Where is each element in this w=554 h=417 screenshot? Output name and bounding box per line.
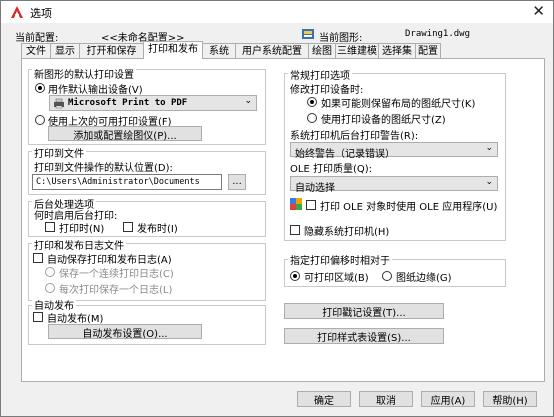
plot-background-label: 打印时(N): [59, 224, 105, 235]
printable-area-radio[interactable]: [290, 271, 300, 281]
keep-paper-size-radio[interactable]: [307, 97, 317, 107]
title-bar: 选项 ✕: [1, 1, 553, 23]
continuous-log-radio[interactable]: [45, 267, 55, 277]
current-profile-label: 当前配置:: [15, 33, 59, 44]
ole-quality-select[interactable]: 自动选择 ⌄: [290, 176, 498, 194]
autopublish-checkbox[interactable]: [33, 312, 43, 322]
use-ole-app-checkbox[interactable]: [306, 200, 316, 210]
use-device-paper-radio[interactable]: [307, 113, 317, 123]
tab-3d-modeling[interactable]: 三维建模: [335, 43, 379, 58]
apply-button[interactable]: 应用(A): [421, 391, 475, 407]
output-device-select[interactable]: Microsoft Print to PDF ⌄: [49, 95, 257, 111]
tab-selection[interactable]: 选择集: [378, 43, 416, 58]
plot-location-value: C:\Users\Administrator\Documents: [36, 177, 200, 187]
current-drawing-label: 当前图形:: [319, 33, 363, 44]
tab-drafting[interactable]: 绘图: [308, 43, 336, 58]
chevron-down-icon: ⌄: [244, 96, 252, 106]
hide-system-printers-label: 隐藏系统打印机(H): [304, 227, 390, 238]
tab-panel: 新图形的默认打印设置 用作默认输出设备(V) Microsoft Print t…: [21, 58, 545, 382]
per-plot-log-label: 每次打印保存一个日志(L): [59, 285, 173, 296]
ok-button[interactable]: 确定: [297, 391, 351, 407]
publish-background-checkbox[interactable]: [123, 222, 133, 232]
add-plotter-button[interactable]: 添加或配置绘图仪(P)...: [48, 126, 202, 142]
current-drawing-value: Drawing1.dwg: [405, 29, 471, 39]
drawing-icon: [302, 29, 314, 39]
auto-save-log-checkbox[interactable]: [33, 253, 43, 263]
output-device-value: Microsoft Print to PDF: [68, 98, 188, 108]
printer-icon: [54, 98, 64, 109]
plot-background-checkbox[interactable]: [45, 222, 55, 232]
autopublish-settings-button[interactable]: 自动发布设置(O)...: [48, 324, 202, 340]
plot-style-table-settings-button[interactable]: 打印样式表设置(S)...: [284, 328, 444, 344]
paper-edge-label: 图纸边缘(G): [396, 273, 452, 284]
autocad-logo-icon: [11, 6, 23, 18]
spool-alert-label: 系统打印机后台打印警告(R):: [290, 131, 419, 142]
chevron-down-icon: ⌄: [485, 177, 493, 187]
paper-edge-radio[interactable]: [382, 271, 392, 281]
per-plot-log-radio[interactable]: [45, 283, 55, 293]
plot-stamp-settings-button[interactable]: 打印戳记设置(T)...: [284, 303, 444, 319]
hide-system-printers-checkbox[interactable]: [290, 225, 300, 235]
tab-system[interactable]: 系统: [202, 43, 236, 58]
printable-area-label: 可打印区域(B): [304, 273, 369, 284]
plot-location-label: 打印到文件操作的默认位置(D):: [34, 163, 173, 174]
use-default-device-label: 用作默认输出设备(V): [48, 85, 143, 96]
keep-paper-size-label: 如果可能则保留布局的图纸尺寸(K): [321, 99, 476, 110]
ole-quality-value: 自动选择: [295, 183, 335, 194]
change-device-label: 修改打印设备时:: [290, 85, 364, 96]
continuous-log-label: 保存一个连续打印日志(C): [59, 269, 174, 280]
autopublish-label: 自动发布(M): [47, 314, 104, 325]
publish-background-label: 发布时(I): [137, 224, 178, 235]
ole-application-icon: [290, 198, 302, 210]
options-dialog: 选项 ✕ 当前配置: <<未命名配置>> 当前图形: Drawing1.dwg …: [0, 0, 554, 417]
tab-profiles[interactable]: 配置: [415, 43, 441, 58]
use-ole-app-label: 打印 OLE 对象时使用 OLE 应用程序(U): [320, 202, 498, 213]
use-device-paper-label: 使用打印设备的图纸尺寸(Z): [321, 115, 446, 126]
tab-plot-publish[interactable]: 打印和发布: [143, 41, 203, 59]
auto-save-log-label: 自动保存打印和发布日志(A): [47, 255, 172, 266]
cancel-button[interactable]: 取消: [359, 391, 413, 407]
general-plot-options-title: 常规打印选项: [288, 67, 352, 82]
ole-quality-label: OLE 打印质量(Q):: [290, 164, 372, 175]
window-title: 选项: [30, 7, 52, 20]
spool-alert-value: 始终警告（记录错误）: [295, 149, 395, 160]
default-settings-title: 新图形的默认打印设置: [32, 66, 136, 81]
plot-to-file-title: 打印到文件: [32, 145, 86, 160]
close-icon[interactable]: ✕: [532, 2, 545, 20]
help-button[interactable]: 帮助(H): [483, 391, 537, 407]
plot-location-input[interactable]: C:\Users\Administrator\Documents: [32, 174, 222, 190]
log-file-title: 打印和发布日志文件: [32, 237, 126, 252]
tab-user-preferences[interactable]: 用户系统配置: [235, 43, 309, 58]
use-last-device-radio[interactable]: [35, 115, 45, 125]
tab-files[interactable]: 文件: [21, 43, 51, 58]
plot-offset-title: 指定打印偏移时相对于: [288, 252, 392, 267]
use-default-device-radio[interactable]: [35, 83, 45, 93]
chevron-down-icon: ⌄: [485, 143, 493, 153]
spool-alert-select[interactable]: 始终警告（记录错误） ⌄: [290, 142, 498, 160]
browse-button[interactable]: ...: [228, 174, 246, 190]
tab-display[interactable]: 显示: [50, 43, 80, 58]
tab-open-save[interactable]: 打开和保存: [79, 43, 144, 58]
